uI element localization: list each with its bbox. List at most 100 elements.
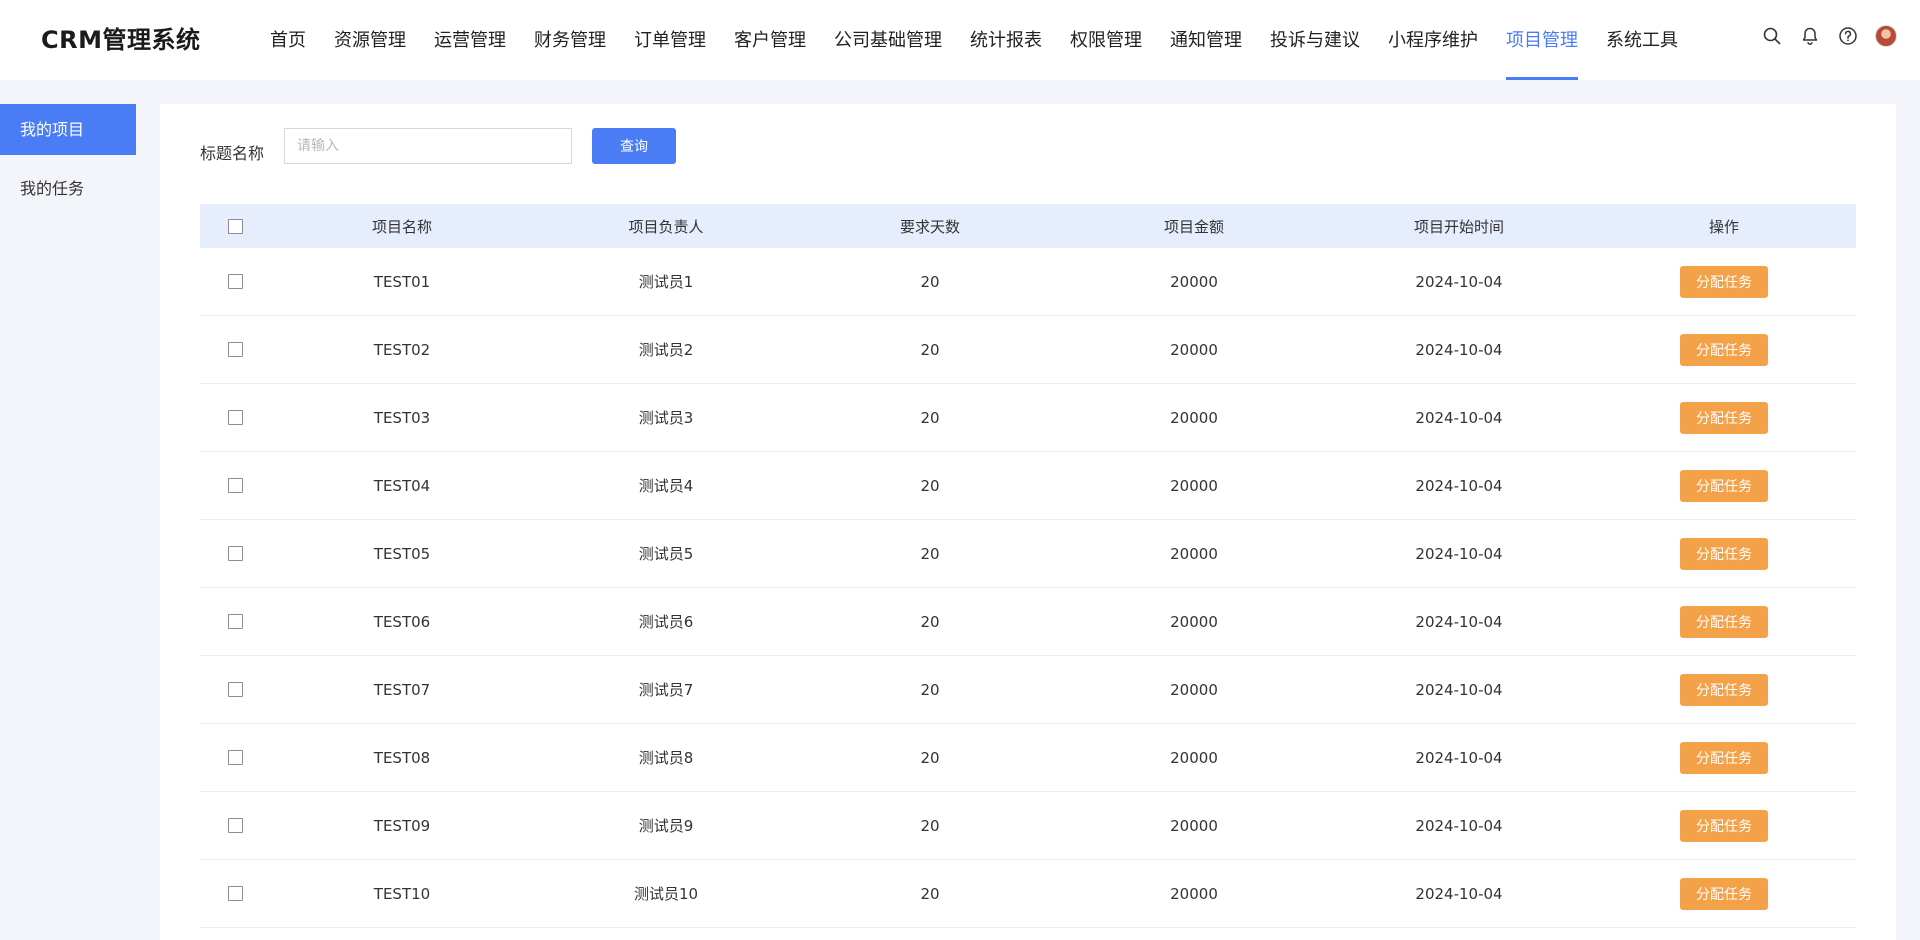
nav-item-reports[interactable]: 统计报表 — [956, 0, 1056, 80]
nav-item-customers[interactable]: 客户管理 — [720, 0, 820, 80]
main-nav: 首页 资源管理 运营管理 财务管理 订单管理 客户管理 公司基础管理 统计报表 … — [256, 0, 1692, 80]
sidebar-item-my-projects[interactable]: 我的项目 — [0, 104, 136, 155]
bell-icon[interactable] — [1798, 24, 1822, 48]
cell-actions: 分配任务 — [1592, 741, 1856, 774]
table-row: TEST07 测试员7 20 20000 2024-10-04 分配任务 — [200, 656, 1856, 724]
cell-project-name: TEST05 — [373, 544, 431, 563]
cell-actions: 分配任务 — [1592, 401, 1856, 434]
cell-required-days: 20 — [920, 748, 940, 767]
assign-task-button[interactable]: 分配任务 — [1680, 605, 1768, 638]
cell-project-amount: 20000 — [1170, 476, 1218, 495]
nav-item-system-tools[interactable]: 系统工具 — [1592, 0, 1692, 80]
nav-item-permissions[interactable]: 权限管理 — [1056, 0, 1156, 80]
cell-project-owner: 测试员5 — [638, 545, 694, 563]
cell-project-owner: 测试员7 — [638, 681, 694, 699]
cell-project-owner: 测试员4 — [638, 477, 694, 495]
nav-item-orders[interactable]: 订单管理 — [620, 0, 720, 80]
cell-project-owner: 测试员2 — [638, 341, 694, 359]
nav-item-resources[interactable]: 资源管理 — [320, 0, 420, 80]
cell-project-name: TEST08 — [373, 748, 431, 767]
cell-project-name: TEST02 — [373, 340, 431, 359]
assign-task-button[interactable]: 分配任务 — [1680, 265, 1768, 298]
cell-project-owner: 测试员3 — [638, 409, 694, 427]
column-header-actions: 操作 — [1708, 217, 1739, 236]
row-select-cell — [200, 274, 270, 289]
table-row: TEST02 测试员2 20 20000 2024-10-04 分配任务 — [200, 316, 1856, 384]
help-icon[interactable] — [1836, 24, 1860, 48]
row-select-cell — [200, 410, 270, 425]
column-header-days: 要求天数 — [899, 217, 960, 236]
cell-project-owner: 测试员9 — [638, 817, 694, 835]
nav-item-miniprogram[interactable]: 小程序维护 — [1374, 0, 1492, 80]
assign-task-button[interactable]: 分配任务 — [1680, 877, 1768, 910]
row-checkbox[interactable] — [227, 546, 243, 561]
cell-required-days: 20 — [920, 476, 940, 495]
cell-project-amount: 20000 — [1170, 544, 1218, 563]
assign-task-button[interactable]: 分配任务 — [1680, 537, 1768, 570]
cell-start-date: 2024-10-04 — [1415, 612, 1503, 631]
row-select-cell — [200, 682, 270, 697]
row-checkbox[interactable] — [227, 682, 243, 697]
row-checkbox[interactable] — [227, 886, 243, 901]
row-select-cell — [200, 614, 270, 629]
cell-start-date: 2024-10-04 — [1415, 748, 1503, 767]
cell-start-date: 2024-10-04 — [1415, 476, 1503, 495]
sidebar: 我的项目 我的任务 — [0, 104, 136, 214]
cell-actions: 分配任务 — [1592, 537, 1856, 570]
cell-start-date: 2024-10-04 — [1415, 340, 1503, 359]
avatar — [1875, 25, 1897, 47]
cell-project-amount: 20000 — [1170, 816, 1218, 835]
row-checkbox[interactable] — [227, 818, 243, 833]
row-select-cell — [200, 478, 270, 493]
assign-task-button[interactable]: 分配任务 — [1680, 673, 1768, 706]
nav-item-projects[interactable]: 项目管理 — [1492, 0, 1592, 80]
cell-required-days: 20 — [920, 680, 940, 699]
title-search-input[interactable] — [284, 128, 572, 164]
sidebar-item-my-tasks[interactable]: 我的任务 — [0, 163, 136, 214]
nav-item-finance[interactable]: 财务管理 — [520, 0, 620, 80]
header-icon-group — [1760, 24, 1898, 48]
row-checkbox[interactable] — [227, 342, 243, 357]
nav-item-notifications[interactable]: 通知管理 — [1156, 0, 1256, 80]
nav-item-operations[interactable]: 运营管理 — [420, 0, 520, 80]
assign-task-button[interactable]: 分配任务 — [1680, 469, 1768, 502]
nav-item-home[interactable]: 首页 — [256, 0, 320, 80]
cell-project-owner: 测试员6 — [638, 613, 694, 631]
column-header-amount: 项目金额 — [1163, 217, 1224, 236]
assign-task-button[interactable]: 分配任务 — [1680, 741, 1768, 774]
table-row: TEST04 测试员4 20 20000 2024-10-04 分配任务 — [200, 452, 1856, 520]
cell-project-owner: 测试员1 — [638, 273, 694, 291]
cell-project-amount: 20000 — [1170, 612, 1218, 631]
assign-task-button[interactable]: 分配任务 — [1680, 809, 1768, 842]
cell-actions: 分配任务 — [1592, 877, 1856, 910]
select-all-checkbox[interactable] — [227, 218, 243, 234]
row-checkbox[interactable] — [227, 614, 243, 629]
cell-project-amount: 20000 — [1170, 340, 1218, 359]
cell-actions: 分配任务 — [1592, 265, 1856, 298]
cell-project-name: TEST10 — [373, 884, 431, 903]
assign-task-button[interactable]: 分配任务 — [1680, 333, 1768, 366]
cell-project-amount: 20000 — [1170, 272, 1218, 291]
cell-project-amount: 20000 — [1170, 884, 1218, 903]
projects-table: 项目名称 项目负责人 要求天数 项目金额 项目开始时间 操作 TEST01 测试员… — [200, 204, 1856, 928]
row-checkbox[interactable] — [227, 274, 243, 289]
column-header-owner: 项目负责人 — [628, 217, 704, 236]
nav-item-complaints[interactable]: 投诉与建议 — [1256, 0, 1374, 80]
cell-required-days: 20 — [920, 272, 940, 291]
row-checkbox[interactable] — [227, 478, 243, 493]
table-row: TEST01 测试员1 20 20000 2024-10-04 分配任务 — [200, 248, 1856, 316]
query-button[interactable]: 查询 — [592, 128, 676, 164]
table-row: TEST10 测试员10 20 20000 2024-10-04 分配任务 — [200, 860, 1856, 928]
nav-item-company-basics[interactable]: 公司基础管理 — [820, 0, 956, 80]
row-checkbox[interactable] — [227, 750, 243, 765]
assign-task-button[interactable]: 分配任务 — [1680, 401, 1768, 434]
row-checkbox[interactable] — [227, 410, 243, 425]
column-header-name: 项目名称 — [371, 217, 432, 236]
row-select-cell — [200, 342, 270, 357]
cell-start-date: 2024-10-04 — [1415, 816, 1503, 835]
search-icon[interactable] — [1760, 24, 1784, 48]
cell-actions: 分配任务 — [1592, 333, 1856, 366]
table-row: TEST08 测试员8 20 20000 2024-10-04 分配任务 — [200, 724, 1856, 792]
user-avatar-button[interactable] — [1874, 24, 1898, 48]
cell-project-owner: 测试员8 — [638, 749, 694, 767]
